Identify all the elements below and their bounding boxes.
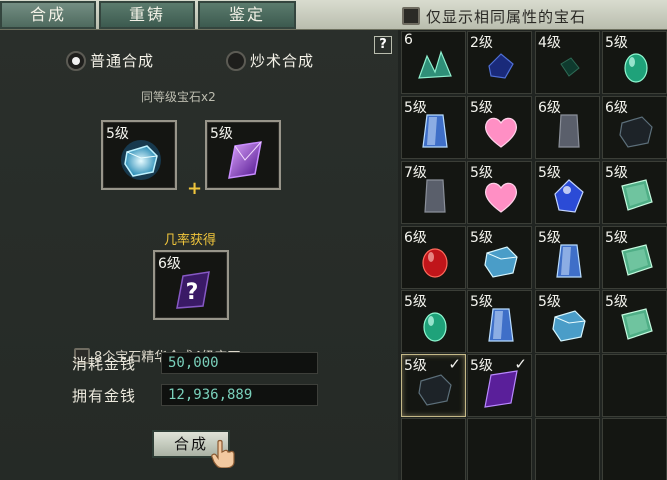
check-icon: ✓ <box>514 355 527 373</box>
slot-level: 2级 <box>470 35 493 51</box>
inventory-slot[interactable]: 2级 <box>467 31 532 94</box>
tab-recast[interactable]: 重铸 <box>99 1 195 29</box>
inventory-slot-empty[interactable] <box>401 418 466 480</box>
slot-level: 5级 <box>470 100 493 116</box>
inventory-slot[interactable]: 6级 <box>602 96 667 159</box>
slot-level: 6 <box>404 32 413 48</box>
inventory-slot-empty[interactable] <box>535 418 600 480</box>
inventory-slot[interactable]: 5级 <box>602 226 667 289</box>
tab-identify[interactable]: 鉴定 <box>198 1 296 29</box>
synthesis-panel: ? 普通合成 炒术合成 同等级宝石x2 5级 + 5级 几率获得 6级 ? 消耗… <box>0 30 398 480</box>
inventory-slot[interactable]: 5级 <box>467 226 532 289</box>
normal-synthesis-label: 普通合成 <box>90 52 155 70</box>
slot-level: 4级 <box>538 35 561 51</box>
inventory-slot[interactable]: 5级 <box>535 226 600 289</box>
input-slot-1[interactable]: 5级 <box>101 120 177 190</box>
same-attribute-label: 仅显示相同属性的宝石 <box>426 7 587 26</box>
radio-unselected-icon[interactable] <box>226 50 246 71</box>
inventory-slot[interactable]: 5级 <box>535 161 600 224</box>
slot-level: 5级 <box>605 294 628 310</box>
inventory-slot[interactable]: 5级 ✓ <box>401 354 466 417</box>
hand-cursor-icon <box>211 439 235 468</box>
inventory-slot[interactable]: 6级 <box>401 226 466 289</box>
plus-icon: + <box>187 178 203 199</box>
input-slot-2[interactable]: 5级 <box>205 120 281 190</box>
slot-level: 6级 <box>404 230 427 246</box>
top-bar: 合成 重铸 鉴定 仅显示相同属性的宝石 <box>0 0 667 30</box>
inventory-slot[interactable]: 7级 <box>401 161 466 224</box>
tab-synthesize[interactable]: 合成 <box>0 1 96 29</box>
owned-money-value: 12,936,889 <box>161 384 318 406</box>
slot-level: 5级 <box>538 294 561 310</box>
slot-level: 5级 <box>470 358 493 374</box>
inventory-slot[interactable]: 5级 <box>602 161 667 224</box>
inventory-slot-empty[interactable] <box>535 354 600 417</box>
magic-synthesis-label: 炒术合成 <box>250 52 315 70</box>
unknown-gem-symbol: ? <box>186 280 199 305</box>
same-attribute-filter[interactable]: 仅显示相同属性的宝石 <box>402 6 586 26</box>
inventory-slot-empty[interactable] <box>602 354 667 417</box>
slot-level: 5级 <box>605 230 628 246</box>
cost-label: 消耗金钱 <box>72 355 137 373</box>
radio-selected-icon[interactable] <box>66 50 86 71</box>
slot-level: 5级 <box>538 230 561 246</box>
check-icon: ✓ <box>448 355 461 373</box>
green-cluster-gem-icon <box>418 50 452 79</box>
inventory-slot-empty[interactable] <box>602 418 667 480</box>
slot-level: 5级 <box>404 358 427 374</box>
slot-level: 5级 <box>538 165 561 181</box>
inventory-slot[interactable]: 5级 <box>401 96 466 159</box>
inventory-slot[interactable]: 5级 <box>467 290 532 353</box>
slot-level: 5级 <box>470 230 493 246</box>
slot-level: 6级 <box>538 100 561 116</box>
inventory-slot[interactable]: 5级 <box>401 290 466 353</box>
owned-money-label: 拥有金钱 <box>72 387 137 405</box>
inventory-slot[interactable]: 5级 <box>602 31 667 94</box>
normal-synthesis-option[interactable]: 普通合成 <box>66 50 154 71</box>
inventory-slot[interactable]: 5级 <box>602 290 667 353</box>
slot-level: 5级 <box>470 294 493 310</box>
purple-crystal-gem-icon <box>228 141 262 179</box>
slot-level: 5级 <box>404 100 427 116</box>
inventory-slot[interactable]: 5级 <box>467 161 532 224</box>
cost-value: 50,000 <box>161 352 318 374</box>
ice-cube-gem-icon <box>121 140 161 180</box>
slot-level: 7级 <box>404 165 427 181</box>
inventory-slot[interactable]: 6 <box>401 31 466 94</box>
slot-level: 5级 <box>404 294 427 310</box>
gem-inventory: 6 2级 4级 5级 5级 5级 6级 6级 7级 5级 5级 5级 6级 5级 5级 5级 5级 5级 5级 5级 5… <box>398 30 667 480</box>
help-icon[interactable]: ? <box>374 36 392 54</box>
same-attribute-checkbox[interactable] <box>402 7 420 25</box>
inventory-slot[interactable]: 5级 <box>467 96 532 159</box>
slot-level: 6级 <box>605 100 628 116</box>
output-slot: 6级 ? <box>153 250 229 320</box>
inventory-slot[interactable]: 5级 ✓ <box>467 354 532 417</box>
slot-level: 5级 <box>605 35 628 51</box>
requirement-text: 同等级宝石x2 <box>141 90 216 104</box>
slot-level: 5级 <box>470 165 493 181</box>
inventory-slot[interactable]: 6级 <box>535 96 600 159</box>
unknown-gem-icon: ? <box>176 271 210 309</box>
chance-label: 几率获得 <box>164 233 217 248</box>
slot-level: 5级 <box>605 165 628 181</box>
inventory-slot[interactable]: 4级 <box>535 31 600 94</box>
inventory-slot[interactable]: 5级 <box>535 290 600 353</box>
inventory-slot-empty[interactable] <box>467 418 532 480</box>
magic-synthesis-option[interactable]: 炒术合成 <box>226 50 314 71</box>
